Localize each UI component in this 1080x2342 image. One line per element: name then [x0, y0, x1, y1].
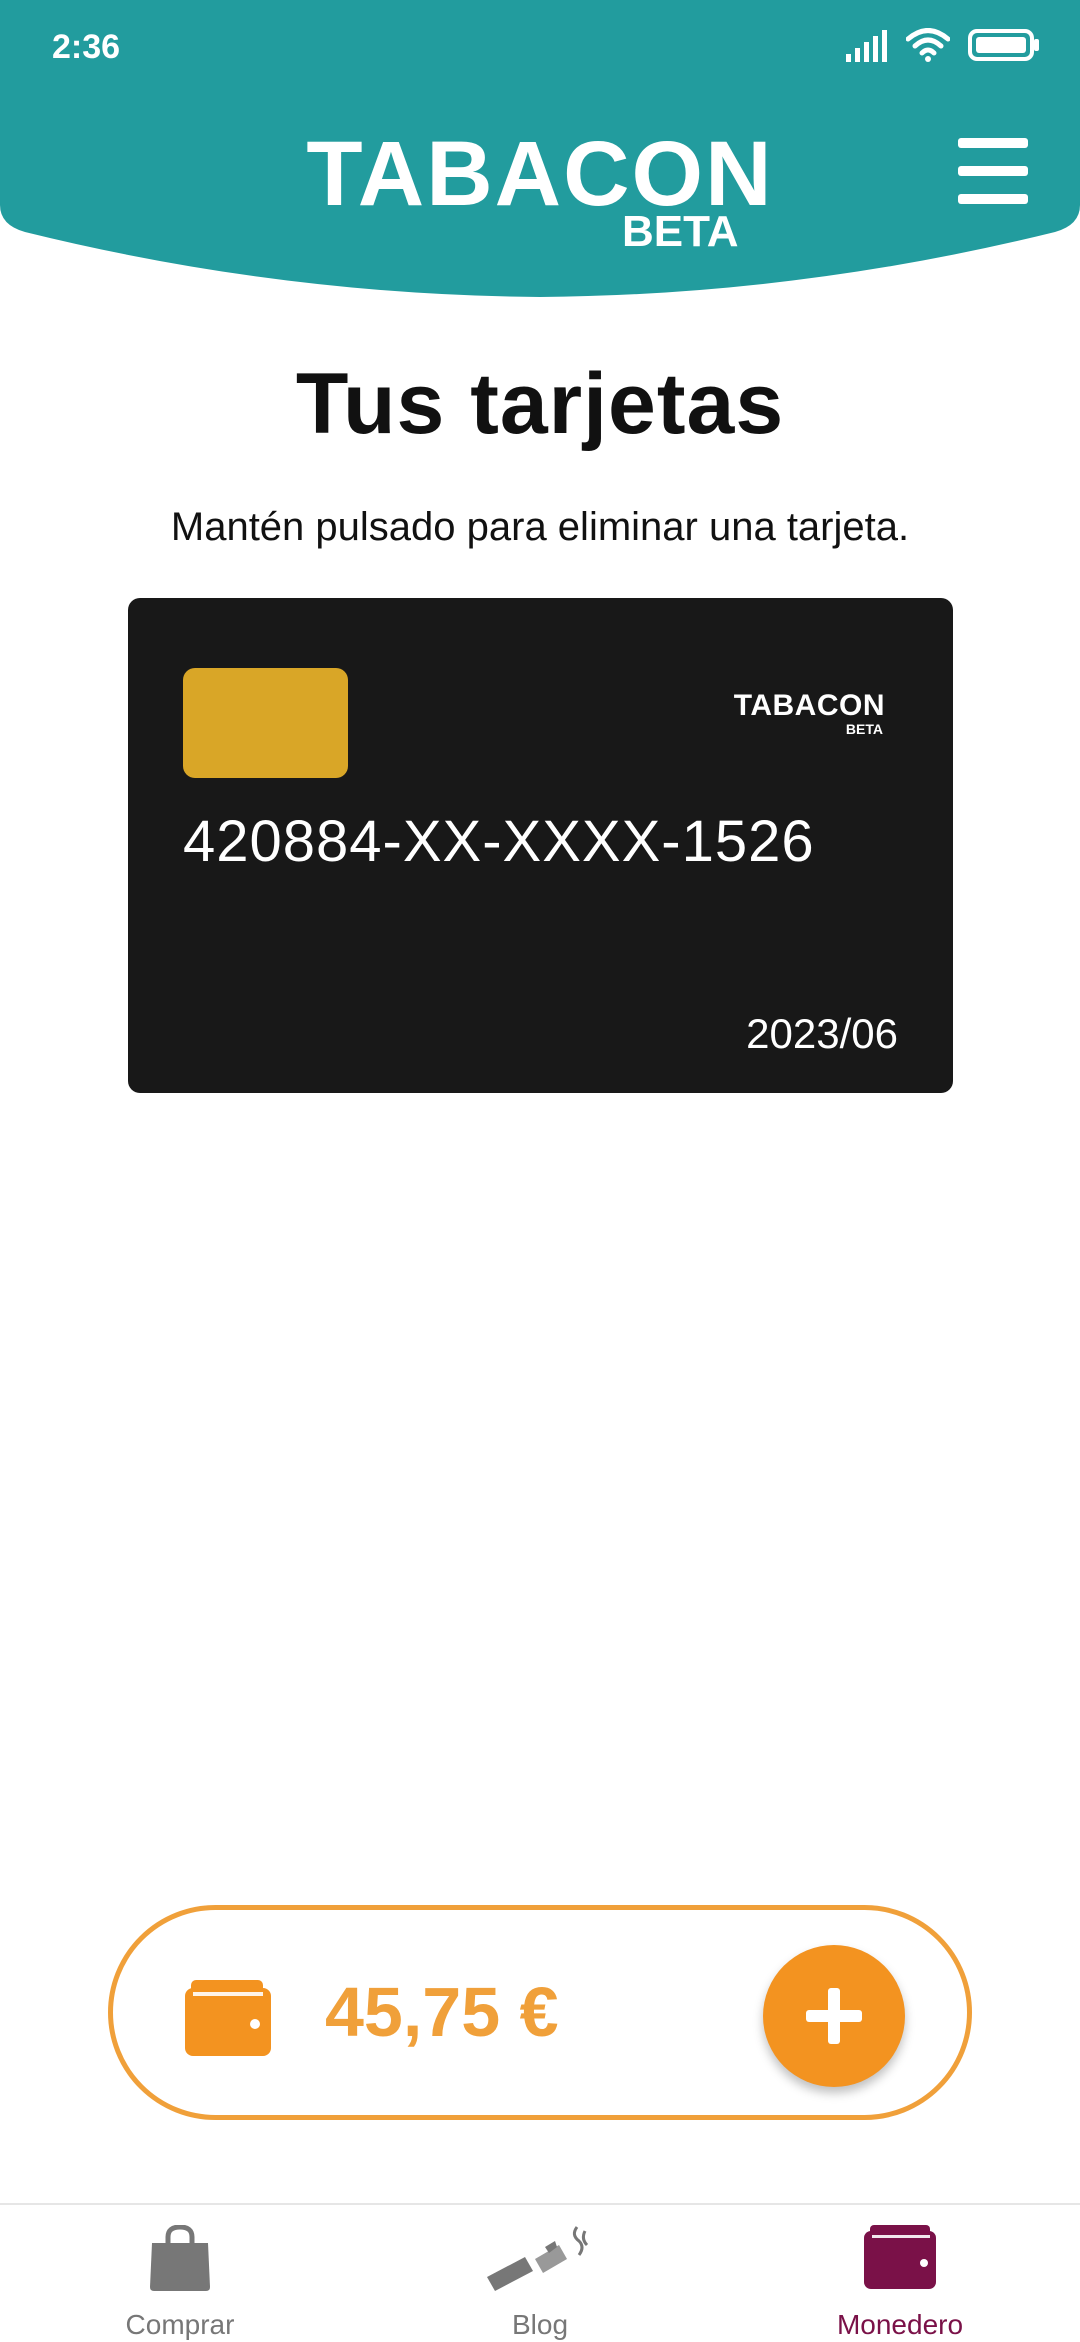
nav-item-blog[interactable]: Blog [360, 2205, 720, 2342]
status-bar: 2:36 [0, 0, 1080, 100]
card-logo-text: TABACON [733, 689, 885, 722]
payment-card[interactable]: TABACON BETA 420884-XX-XXXX-1526 2023/06 [128, 598, 953, 1093]
card-logo-beta: BETA [845, 721, 883, 737]
app-header: 2:36 TABACON BETA [0, 0, 1080, 300]
hint-text: Mantén pulsado para eliminar una tarjeta… [170, 505, 910, 549]
hamburger-menu-icon [958, 138, 1028, 204]
card-number: 420884-XX-XXXX-1526 [183, 809, 815, 874]
card-logo: TABACON BETA [733, 689, 885, 738]
wallet-balance-pill: 45,75 € [108, 1905, 972, 2120]
nav-label-comprar: Comprar [125, 2309, 235, 2340]
shopping-bag-icon [150, 2225, 210, 2291]
signal-icon [846, 30, 887, 62]
status-time: 2:36 [52, 28, 121, 66]
nav-item-monedero[interactable]: Monedero [720, 2205, 1080, 2342]
app-logo: TABACON [0, 128, 1080, 220]
wallet-icon [864, 2225, 936, 2289]
nav-label-monedero: Monedero [836, 2309, 964, 2340]
nav-label-blog: Blog [511, 2309, 569, 2340]
page-title: Tus tarjetas [295, 356, 785, 452]
nav-item-comprar[interactable]: Comprar [0, 2205, 360, 2342]
bottom-navigation: Comprar Blog Monedero [0, 2203, 1080, 2342]
card-expiry: 2023/06 [746, 1010, 898, 1057]
wallet-icon [185, 1980, 271, 2056]
broken-cigarette-icon [487, 2226, 589, 2291]
menu-button[interactable] [958, 138, 1028, 204]
add-funds-button[interactable] [763, 1945, 905, 2087]
card-chip [183, 668, 348, 778]
wifi-icon [906, 28, 950, 62]
battery-icon [968, 29, 1039, 61]
logo-beta: BETA [622, 207, 739, 256]
status-icons [846, 28, 1040, 62]
wallet-balance: 45,75 € [325, 1973, 559, 2051]
